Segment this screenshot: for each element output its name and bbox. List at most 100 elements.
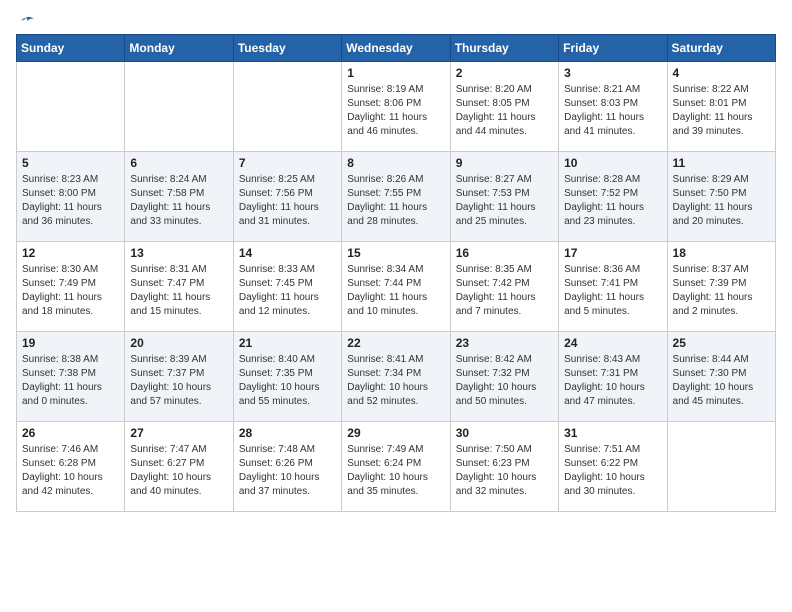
day-info: Sunrise: 7:49 AM Sunset: 6:24 PM Dayligh… bbox=[347, 443, 444, 499]
day-number: 25 bbox=[673, 336, 770, 350]
logo-bird-icon bbox=[17, 16, 35, 30]
day-info: Sunrise: 8:31 AM Sunset: 7:47 PM Dayligh… bbox=[130, 263, 227, 319]
day-number: 10 bbox=[564, 156, 661, 170]
day-number: 6 bbox=[130, 156, 227, 170]
calendar-day-8: 8 Sunrise: 8:26 AM Sunset: 7:55 PM Daylig… bbox=[342, 152, 450, 242]
calendar-day-22: 22Sunrise: 8:41 AM Sunset: 7:34 PM Dayli… bbox=[342, 332, 450, 422]
calendar-day-27: 27 Sunrise: 7:47 AM Sunset: 6:27 PM Dayli… bbox=[125, 422, 233, 512]
weekday-header-friday: Friday bbox=[559, 35, 667, 62]
day-number: 7 bbox=[239, 156, 336, 170]
empty-cell bbox=[667, 422, 775, 512]
day-number: 18 bbox=[673, 246, 770, 260]
calendar-day-1: 1 Sunrise: 8:19 AM Sunset: 8:06 PM Daylig… bbox=[342, 62, 450, 152]
day-info: Sunrise: 8:23 AM Sunset: 8:00 PM Dayligh… bbox=[22, 173, 119, 229]
day-number: 24 bbox=[564, 336, 661, 350]
day-info: Sunrise: 8:42 AM Sunset: 7:32 PM Dayligh… bbox=[456, 353, 553, 409]
calendar-day-6: 6 Sunrise: 8:24 AM Sunset: 7:58 PM Daylig… bbox=[125, 152, 233, 242]
weekday-header-monday: Monday bbox=[125, 35, 233, 62]
day-number: 17 bbox=[564, 246, 661, 260]
day-number: 15 bbox=[347, 246, 444, 260]
calendar-day-13: 13Sunrise: 8:31 AM Sunset: 7:47 PM Dayli… bbox=[125, 242, 233, 332]
empty-cell bbox=[233, 62, 341, 152]
day-info: Sunrise: 8:25 AM Sunset: 7:56 PM Dayligh… bbox=[239, 173, 336, 229]
calendar-table: SundayMondayTuesdayWednesdayThursdayFrid… bbox=[16, 34, 776, 512]
day-info: Sunrise: 7:48 AM Sunset: 6:26 PM Dayligh… bbox=[239, 443, 336, 499]
calendar-day-25: 25 Sunrise: 8:44 AM Sunset: 7:30 PM Dayli… bbox=[667, 332, 775, 422]
calendar-day-4: 4 Sunrise: 8:22 AM Sunset: 8:01 PM Daylig… bbox=[667, 62, 775, 152]
weekday-header-wednesday: Wednesday bbox=[342, 35, 450, 62]
day-info: Sunrise: 8:24 AM Sunset: 7:58 PM Dayligh… bbox=[130, 173, 227, 229]
calendar-day-29: 29 Sunrise: 7:49 AM Sunset: 6:24 PM Dayli… bbox=[342, 422, 450, 512]
calendar-day-28: 28 Sunrise: 7:48 AM Sunset: 6:26 PM Dayli… bbox=[233, 422, 341, 512]
day-info: Sunrise: 8:34 AM Sunset: 7:44 PM Dayligh… bbox=[347, 263, 444, 319]
empty-cell bbox=[17, 62, 125, 152]
day-info: Sunrise: 8:20 AM Sunset: 8:05 PM Dayligh… bbox=[456, 83, 553, 139]
empty-cell bbox=[125, 62, 233, 152]
weekday-header-saturday: Saturday bbox=[667, 35, 775, 62]
day-info: Sunrise: 8:43 AM Sunset: 7:31 PM Dayligh… bbox=[564, 353, 661, 409]
day-info: Sunrise: 7:47 AM Sunset: 6:27 PM Dayligh… bbox=[130, 443, 227, 499]
day-number: 11 bbox=[673, 156, 770, 170]
calendar-day-3: 3 Sunrise: 8:21 AM Sunset: 8:03 PM Daylig… bbox=[559, 62, 667, 152]
day-number: 28 bbox=[239, 426, 336, 440]
day-info: Sunrise: 8:39 AM Sunset: 7:37 PM Dayligh… bbox=[130, 353, 227, 409]
weekday-header-tuesday: Tuesday bbox=[233, 35, 341, 62]
day-number: 31 bbox=[564, 426, 661, 440]
day-number: 21 bbox=[239, 336, 336, 350]
calendar-day-17: 17Sunrise: 8:36 AM Sunset: 7:41 PM Dayli… bbox=[559, 242, 667, 332]
day-info: Sunrise: 8:41 AM Sunset: 7:34 PM Dayligh… bbox=[347, 353, 444, 409]
day-info: Sunrise: 8:28 AM Sunset: 7:52 PM Dayligh… bbox=[564, 173, 661, 229]
calendar-day-21: 21 Sunrise: 8:40 AM Sunset: 7:35 PM Dayli… bbox=[233, 332, 341, 422]
calendar-day-14: 14 Sunrise: 8:33 AM Sunset: 7:45 PM Dayli… bbox=[233, 242, 341, 332]
calendar-day-15: 15 Sunrise: 8:34 AM Sunset: 7:44 PM Dayli… bbox=[342, 242, 450, 332]
day-number: 26 bbox=[22, 426, 119, 440]
day-number: 27 bbox=[130, 426, 227, 440]
day-number: 29 bbox=[347, 426, 444, 440]
calendar-day-26: 26 Sunrise: 7:46 AM Sunset: 6:28 PM Dayli… bbox=[17, 422, 125, 512]
day-info: Sunrise: 8:29 AM Sunset: 7:50 PM Dayligh… bbox=[673, 173, 770, 229]
day-info: Sunrise: 7:50 AM Sunset: 6:23 PM Dayligh… bbox=[456, 443, 553, 499]
calendar-day-19: 19 Sunrise: 8:38 AM Sunset: 7:38 PM Dayli… bbox=[17, 332, 125, 422]
calendar-day-10: 10 Sunrise: 8:28 AM Sunset: 7:52 PM Dayli… bbox=[559, 152, 667, 242]
day-number: 16 bbox=[456, 246, 553, 260]
calendar-day-16: 16 Sunrise: 8:35 AM Sunset: 7:42 PM Dayli… bbox=[450, 242, 558, 332]
day-number: 30 bbox=[456, 426, 553, 440]
day-number: 2 bbox=[456, 66, 553, 80]
calendar-day-12: 12 Sunrise: 8:30 AM Sunset: 7:49 PM Dayli… bbox=[17, 242, 125, 332]
day-info: Sunrise: 8:37 AM Sunset: 7:39 PM Dayligh… bbox=[673, 263, 770, 319]
day-number: 1 bbox=[347, 66, 444, 80]
day-info: Sunrise: 8:35 AM Sunset: 7:42 PM Dayligh… bbox=[456, 263, 553, 319]
day-number: 5 bbox=[22, 156, 119, 170]
day-number: 12 bbox=[22, 246, 119, 260]
day-info: Sunrise: 8:26 AM Sunset: 7:55 PM Dayligh… bbox=[347, 173, 444, 229]
day-info: Sunrise: 8:22 AM Sunset: 8:01 PM Dayligh… bbox=[673, 83, 770, 139]
day-number: 14 bbox=[239, 246, 336, 260]
day-info: Sunrise: 8:44 AM Sunset: 7:30 PM Dayligh… bbox=[673, 353, 770, 409]
day-info: Sunrise: 8:40 AM Sunset: 7:35 PM Dayligh… bbox=[239, 353, 336, 409]
calendar-day-5: 5 Sunrise: 8:23 AM Sunset: 8:00 PM Daylig… bbox=[17, 152, 125, 242]
calendar-day-2: 2 Sunrise: 8:20 AM Sunset: 8:05 PM Daylig… bbox=[450, 62, 558, 152]
calendar-day-24: 24 Sunrise: 8:43 AM Sunset: 7:31 PM Dayli… bbox=[559, 332, 667, 422]
calendar-day-23: 23Sunrise: 8:42 AM Sunset: 7:32 PM Dayli… bbox=[450, 332, 558, 422]
weekday-header-thursday: Thursday bbox=[450, 35, 558, 62]
day-number: 9 bbox=[456, 156, 553, 170]
day-number: 3 bbox=[564, 66, 661, 80]
calendar-day-11: 11 Sunrise: 8:29 AM Sunset: 7:50 PM Dayli… bbox=[667, 152, 775, 242]
day-info: Sunrise: 8:30 AM Sunset: 7:49 PM Dayligh… bbox=[22, 263, 119, 319]
day-info: Sunrise: 8:38 AM Sunset: 7:38 PM Dayligh… bbox=[22, 353, 119, 409]
day-number: 8 bbox=[347, 156, 444, 170]
day-info: Sunrise: 7:46 AM Sunset: 6:28 PM Dayligh… bbox=[22, 443, 119, 499]
calendar-day-7: 7 Sunrise: 8:25 AM Sunset: 7:56 PM Daylig… bbox=[233, 152, 341, 242]
day-number: 4 bbox=[673, 66, 770, 80]
day-info: Sunrise: 8:21 AM Sunset: 8:03 PM Dayligh… bbox=[564, 83, 661, 139]
logo bbox=[16, 16, 36, 28]
day-info: Sunrise: 8:19 AM Sunset: 8:06 PM Dayligh… bbox=[347, 83, 444, 139]
calendar-day-20: 20 Sunrise: 8:39 AM Sunset: 7:37 PM Dayli… bbox=[125, 332, 233, 422]
day-info: Sunrise: 8:33 AM Sunset: 7:45 PM Dayligh… bbox=[239, 263, 336, 319]
day-number: 20 bbox=[130, 336, 227, 350]
day-number: 19 bbox=[22, 336, 119, 350]
day-info: Sunrise: 8:27 AM Sunset: 7:53 PM Dayligh… bbox=[456, 173, 553, 229]
calendar-day-30: 30 Sunrise: 7:50 AM Sunset: 6:23 PM Dayli… bbox=[450, 422, 558, 512]
calendar-day-9: 9 Sunrise: 8:27 AM Sunset: 7:53 PM Daylig… bbox=[450, 152, 558, 242]
calendar-day-18: 18 Sunrise: 8:37 AM Sunset: 7:39 PM Dayli… bbox=[667, 242, 775, 332]
